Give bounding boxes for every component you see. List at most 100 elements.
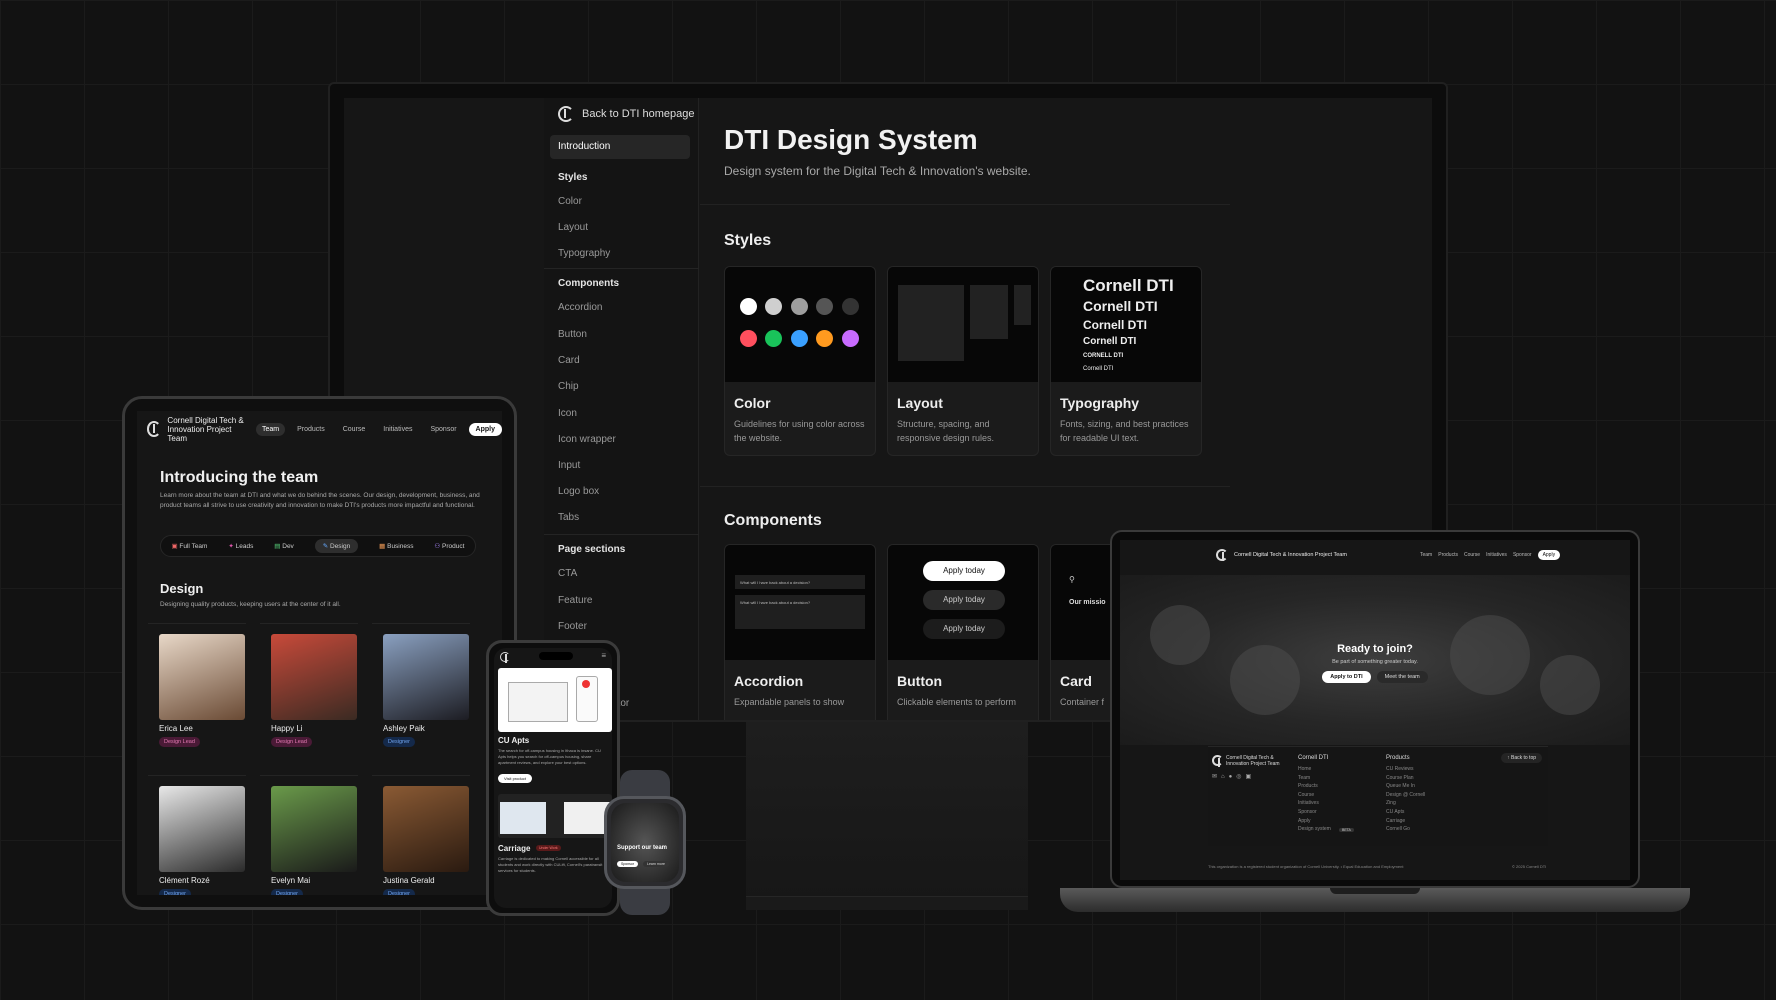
layout-card[interactable]: Layout Structure, spacing, and responsiv… (887, 266, 1039, 456)
sponsor-button[interactable]: Sponsor (617, 861, 639, 867)
nav-initiatives[interactable]: Initiatives (1486, 552, 1507, 558)
sidebar-item-introduction[interactable]: Introduction (550, 135, 690, 159)
card-title: Accordion (734, 673, 804, 689)
nav-initiatives[interactable]: Initiatives (377, 423, 418, 436)
sidebar-item-cta[interactable]: CTA (558, 568, 577, 579)
tab-design[interactable]: ✎ Design (314, 539, 359, 553)
footer-link[interactable]: Design @ Cornell (1386, 791, 1425, 800)
docs-sidebar: Back to DTI homepage Introduction Styles… (544, 98, 699, 720)
sidebar-item-icon[interactable]: Icon (558, 408, 577, 419)
footer-link[interactable]: Course Plan (1386, 774, 1425, 783)
sidebar-item-color[interactable]: Color (558, 196, 582, 207)
sidebar-item-chip[interactable]: Chip (558, 381, 579, 392)
footer-link[interactable]: Products (1298, 782, 1331, 791)
sidebar-item-footer[interactable]: Footer (558, 621, 587, 632)
dti-logo-icon (500, 652, 510, 663)
meet-the-team-button[interactable]: Meet the team (1376, 671, 1428, 683)
tablet-navbar: Cornell Digital Tech & Innovation Projec… (137, 411, 502, 447)
sidebar-item-icon-wrapper[interactable]: Icon wrapper (558, 434, 616, 445)
nav-course[interactable]: Course (1464, 552, 1480, 558)
sample-button-secondary[interactable]: Apply today (923, 590, 1005, 610)
sidebar-heading-page-sections: Page sections (558, 544, 626, 555)
sidebar-item-layout[interactable]: Layout (558, 222, 588, 233)
apply-to-dti-button[interactable]: Apply to DTI (1322, 671, 1371, 683)
color-card[interactable]: Color Guidelines for using color across … (724, 266, 876, 456)
nav-course[interactable]: Course (337, 423, 372, 436)
footer-link[interactable]: Design system (1298, 825, 1331, 834)
dynamic-island (539, 652, 573, 660)
cta-subtitle: Be part of something greater today. (1332, 659, 1418, 665)
nav-products[interactable]: Products (1438, 552, 1458, 558)
card-desc: Structure, spacing, and responsive desig… (897, 419, 995, 443)
tab-product[interactable]: ⚇ Product (434, 542, 464, 550)
tab-business[interactable]: ▦ Business (379, 542, 413, 550)
footer-col-heading: Products (1386, 755, 1410, 761)
footer-link[interactable]: Zing (1386, 799, 1425, 808)
menu-icon[interactable]: ≡ (601, 651, 606, 660)
footer-link[interactable]: Sponsor (1298, 808, 1331, 817)
footer-link[interactable]: CU Apts (1386, 808, 1425, 817)
team-member-card[interactable]: Erica Lee Design Lead (148, 623, 246, 775)
footer-link[interactable]: CU Reviews (1386, 765, 1425, 774)
link-icon: ⚲ (1069, 575, 1075, 584)
footer-copyright: © 2025 Cornell DTI (1512, 864, 1547, 869)
tab-leads[interactable]: ✦ Leads (228, 542, 253, 550)
visit-product-button[interactable]: Visit product (498, 774, 532, 783)
nav-team[interactable]: Team (1420, 552, 1432, 558)
team-title: Introducing the team (160, 469, 319, 486)
nav-products[interactable]: Products (291, 423, 331, 436)
member-name: Clément Rozé (159, 876, 210, 885)
button-card[interactable]: Apply today Apply today Apply today Butt… (887, 544, 1039, 720)
sample-button-tertiary[interactable]: Apply today (923, 619, 1005, 639)
watch-device: Support our team Sponsor Learn more (604, 796, 686, 889)
typography-card[interactable]: Cornell DTI Cornell DTI Cornell DTI Corn… (1050, 266, 1202, 456)
footer-link[interactable]: Home (1298, 765, 1331, 774)
nav-sponsor[interactable]: Sponsor (1513, 552, 1532, 558)
tablet-screen: Cornell Digital Tech & Innovation Projec… (137, 411, 502, 895)
sidebar-item-accordion[interactable]: Accordion (558, 302, 602, 313)
apply-button[interactable]: Apply (1537, 550, 1561, 560)
sidebar-item-card[interactable]: Card (558, 355, 580, 366)
footer-link[interactable]: Cornell Go (1386, 825, 1425, 834)
sidebar-heading-components: Components (558, 278, 620, 289)
back-link[interactable]: Back to DTI homepage (558, 106, 695, 122)
accordion-card[interactable]: What will I have back about a decision? … (724, 544, 876, 720)
laptop-device: Cornell Digital Tech & Innovation Projec… (1110, 530, 1640, 888)
team-member-card[interactable]: Clément Rozé Designer (148, 775, 246, 895)
footer-link[interactable]: Apply (1298, 817, 1331, 826)
card-title: Color (734, 395, 771, 411)
footer-link[interactable]: Course (1298, 791, 1331, 800)
accordion-row-open: What will I have back about a decision? (735, 595, 865, 629)
sidebar-item-logo-box[interactable]: Logo box (558, 486, 599, 497)
cta-buttons: Apply to DTI Meet the team (1120, 671, 1630, 683)
tab-full-team[interactable]: ▣ Full Team (171, 542, 207, 550)
tab-dev[interactable]: ▤ Dev (274, 542, 294, 550)
nav-sponsor[interactable]: Sponsor (424, 423, 462, 436)
footer-link[interactable]: Queue Me In (1386, 782, 1425, 791)
brand-name[interactable]: Cornell Digital Tech & Innovation Projec… (1234, 552, 1414, 558)
apply-button[interactable]: Apply (468, 422, 502, 436)
sidebar-item-typography[interactable]: Typography (558, 248, 610, 259)
swatch (842, 298, 859, 315)
team-member-card[interactable]: Ashley Paik Designer (372, 623, 470, 775)
sidebar-item-button[interactable]: Button (558, 329, 587, 340)
footer-link[interactable]: Initiatives (1298, 799, 1331, 808)
social-icons[interactable]: ✉⌂●◎▣ (1212, 773, 1255, 780)
brand-mark (582, 680, 590, 688)
sidebar-item-feature[interactable]: Feature (558, 595, 592, 606)
team-member-card[interactable]: Justina Gerald Designer (372, 775, 470, 895)
swatch (816, 298, 833, 315)
sample-button-primary[interactable]: Apply today (923, 561, 1005, 581)
footer-link[interactable]: Team (1298, 774, 1331, 783)
team-member-card[interactable]: Evelyn Mai Designer (260, 775, 358, 895)
nav-team[interactable]: Team (255, 422, 286, 436)
sidebar-item-input[interactable]: Input (558, 460, 580, 471)
footer-link[interactable]: Carriage (1386, 817, 1425, 826)
sidebar-item-tabs[interactable]: Tabs (558, 512, 579, 523)
team-member-card[interactable]: Happy Li Design Lead (260, 623, 358, 775)
learn-more-button[interactable]: Learn more (643, 861, 669, 867)
brand-name[interactable]: Cornell Digital Tech & Innovation Projec… (167, 416, 250, 443)
swatch (740, 330, 757, 347)
back-to-top-button[interactable]: ↑ Back to top (1501, 753, 1542, 763)
dti-logo-icon (1212, 755, 1223, 767)
